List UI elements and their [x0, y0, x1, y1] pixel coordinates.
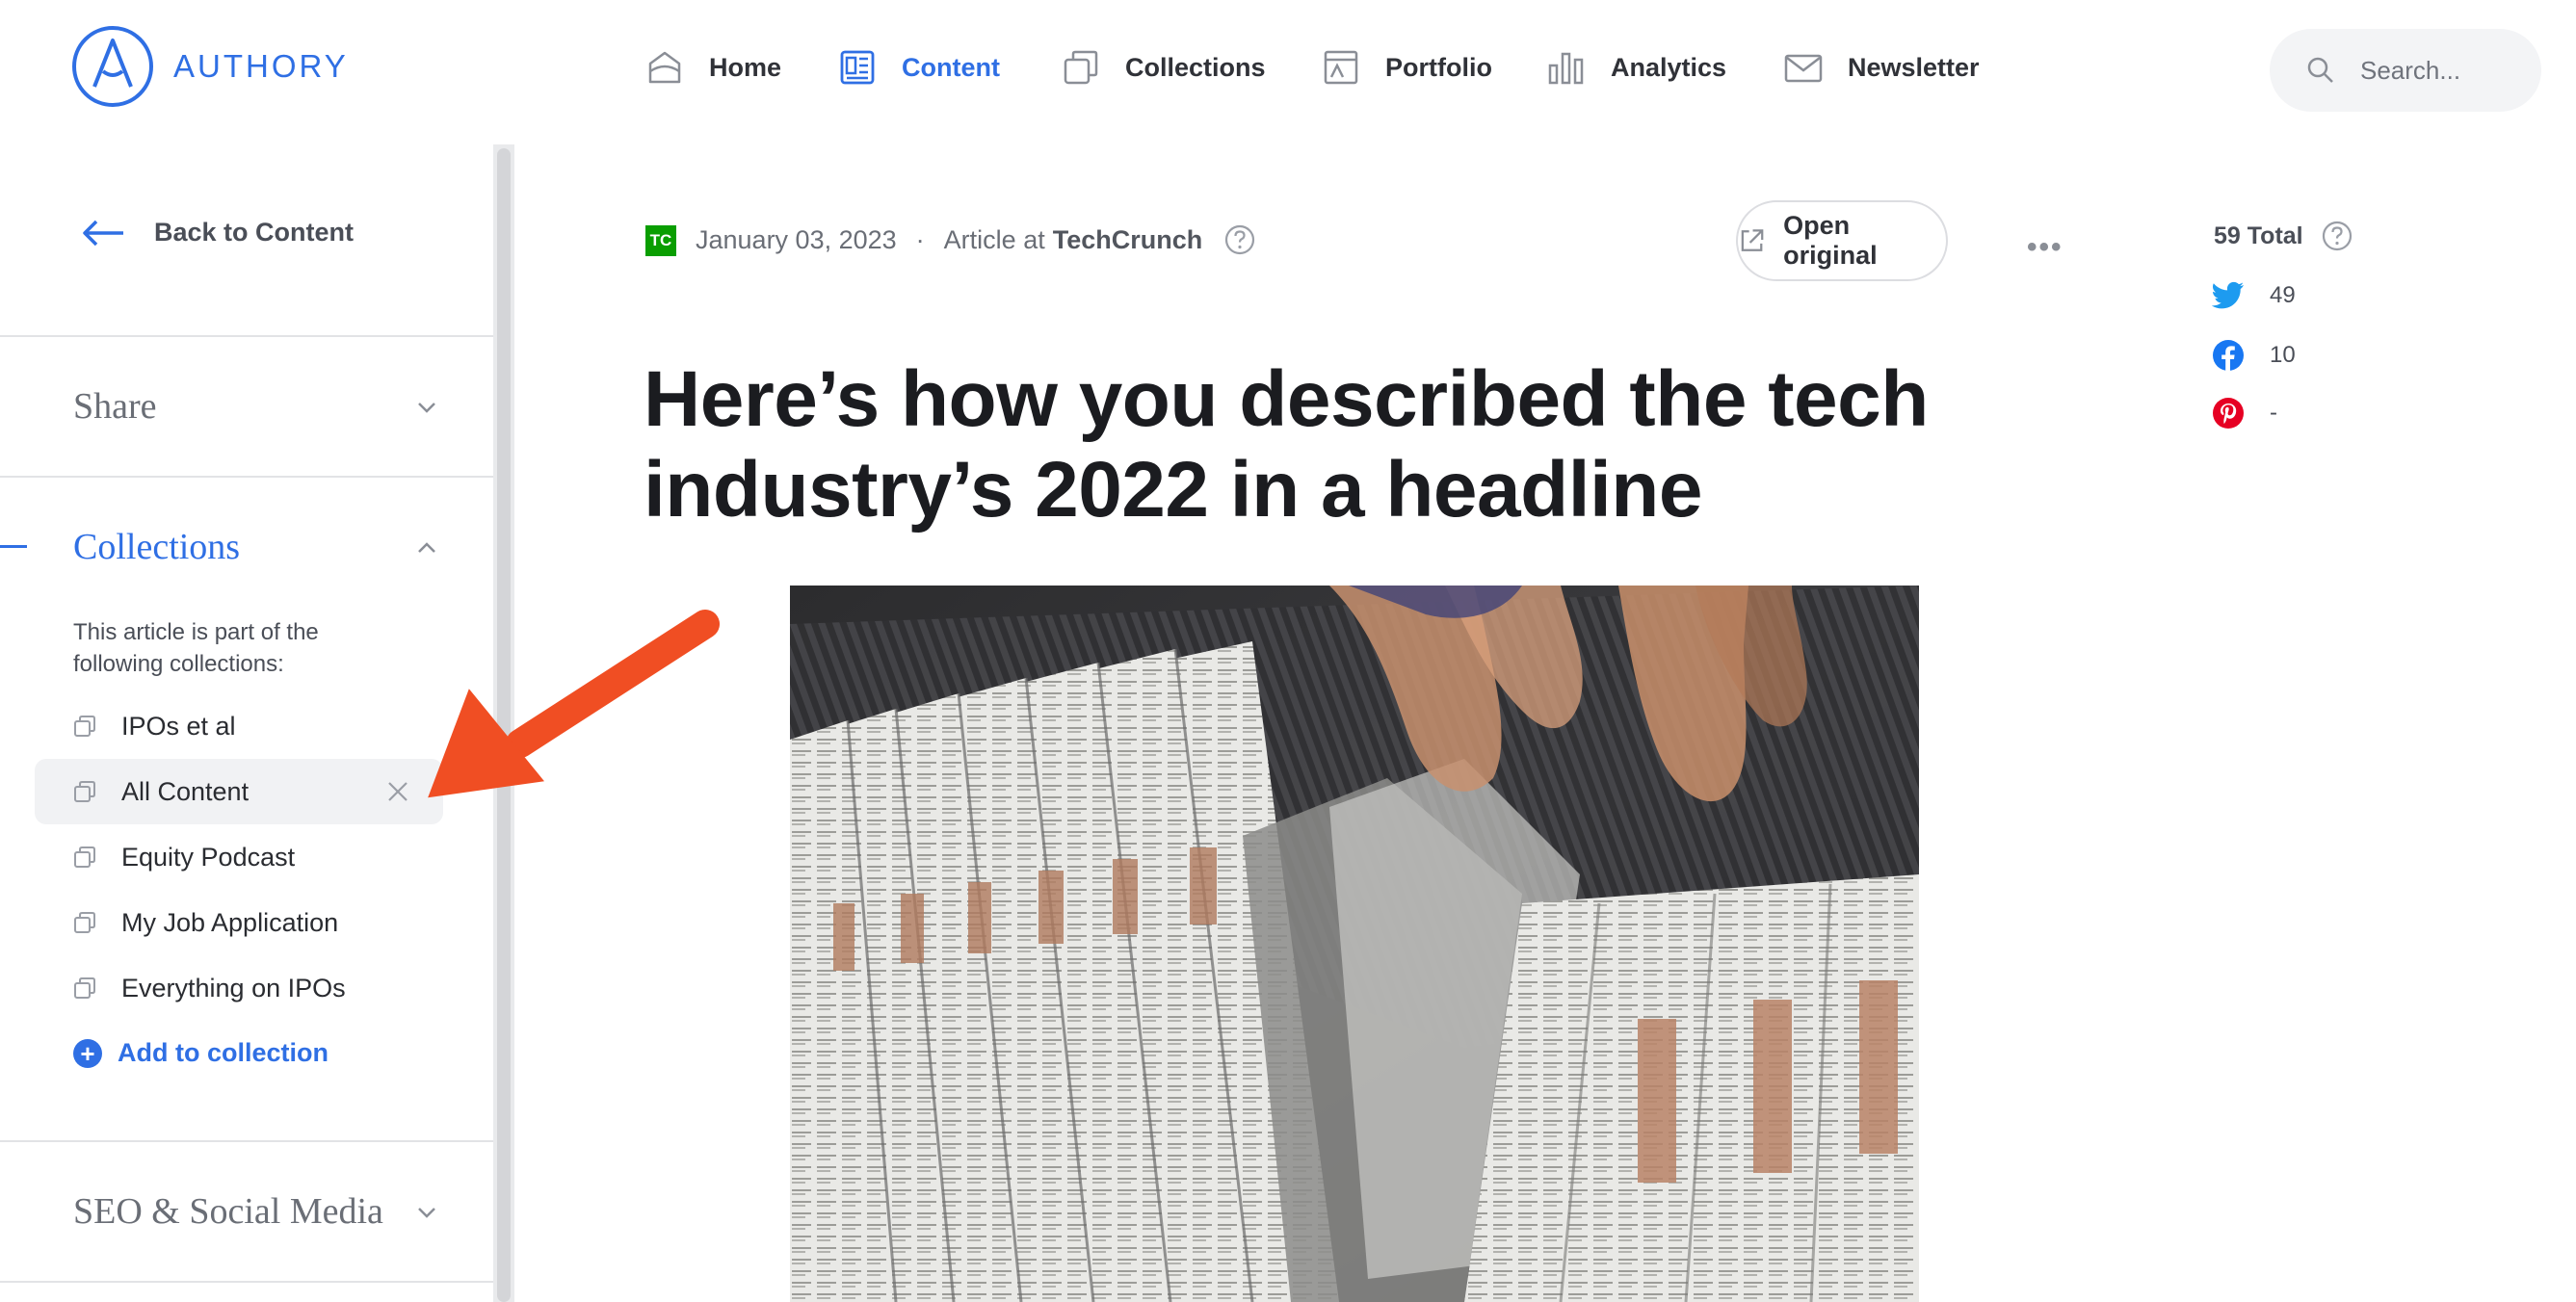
add-to-collection-button[interactable]: + Add to collection [73, 1038, 329, 1068]
nav-collections[interactable]: Collections [1062, 39, 1266, 96]
annotation-arrow [428, 610, 720, 798]
nav-portfolio[interactable]: Portfolio [1322, 39, 1492, 96]
analytics-icon [1548, 52, 1584, 85]
chevron-down-icon[interactable] [412, 1198, 441, 1227]
nav-newsletter[interactable]: Newsletter [1784, 39, 1980, 96]
newsletter-icon [1784, 54, 1823, 83]
open-original-button[interactable]: Open original [1736, 200, 1948, 281]
plus-circle-icon: + [73, 1038, 102, 1068]
chevron-up-icon[interactable] [412, 534, 441, 562]
chevron-down-icon[interactable] [412, 393, 441, 422]
remove-from-collection-icon[interactable] [385, 779, 410, 804]
more-options-button[interactable]: ••• [2027, 231, 2063, 264]
collections-section-title[interactable]: Collections [73, 526, 240, 568]
pinterest-icon [2213, 398, 2244, 429]
search-input[interactable] [2358, 54, 2526, 87]
twitter-stat: 49 [2212, 281, 2296, 310]
collection-icon [74, 781, 95, 802]
pinterest-count: - [2270, 400, 2277, 426]
active-section-indicator [0, 545, 27, 548]
collection-item-label: My Job Application [121, 907, 339, 937]
share-total-label: 59 Total [2214, 221, 2303, 249]
collection-item-equity-podcast[interactable]: Equity Podcast [35, 824, 443, 890]
external-link-icon [1741, 229, 1764, 251]
article-meta: January 03, 2023 · Article at TechCrunch [696, 223, 1256, 256]
twitter-count: 49 [2270, 282, 2296, 308]
collection-item-everything-on-ipos[interactable]: Everything on IPOs [35, 955, 443, 1021]
nav-newsletter-label: Newsletter [1848, 52, 1980, 82]
collection-icon [74, 977, 95, 999]
share-section-title[interactable]: Share [73, 385, 157, 428]
facebook-icon [2213, 340, 2244, 371]
techcrunch-logo-icon: TC [645, 225, 676, 256]
collection-item-label: Everything on IPOs [121, 973, 346, 1003]
facebook-stat: 10 [2212, 339, 2296, 372]
publisher-name[interactable]: TechCrunch [1053, 225, 1203, 255]
twitter-icon [2212, 281, 2244, 309]
home-icon [648, 51, 681, 84]
collections-icon [1064, 50, 1098, 85]
help-icon[interactable] [2321, 220, 2353, 252]
seo-social-section-title[interactable]: SEO & Social Media [73, 1190, 383, 1233]
sidebar-divider [0, 1140, 493, 1142]
nav-analytics-label: Analytics [1611, 52, 1727, 82]
pinterest-stat: - [2212, 397, 2277, 430]
meta-separator: · [915, 224, 925, 254]
back-to-content-link[interactable]: Back to Content [81, 218, 354, 247]
sidebar-divider [0, 476, 493, 478]
sidebar-divider [0, 335, 493, 337]
collection-icon [74, 912, 95, 933]
collection-item-ipos-et-al[interactable]: IPOs et al [35, 693, 443, 759]
add-to-collection-label: Add to collection [118, 1038, 329, 1067]
search-icon [2307, 57, 2333, 83]
content-icon [840, 50, 875, 85]
authory-logo-icon[interactable] [71, 25, 154, 108]
back-to-content-label: Back to Content [154, 218, 355, 247]
collection-item-my-job-application[interactable]: My Job Application [35, 890, 443, 955]
nav-home[interactable]: Home [645, 39, 781, 96]
article-type: Article at [943, 224, 1045, 254]
nav-content-label: Content [902, 52, 1000, 82]
nav-content[interactable]: Content [838, 39, 1000, 96]
nav-home-label: Home [709, 52, 782, 82]
sidebar-divider [0, 1281, 493, 1283]
help-icon[interactable] [1223, 223, 1256, 256]
article-date: January 03, 2023 [696, 224, 897, 254]
collection-item-label: Equity Podcast [121, 842, 296, 872]
collection-icon [74, 716, 95, 737]
collection-item-label: All Content [121, 776, 250, 806]
share-stats-total: 59 Total [2214, 220, 2353, 252]
collection-icon [74, 846, 95, 868]
collection-item-all-content[interactable]: All Content [35, 759, 443, 824]
nav-analytics[interactable]: Analytics [1547, 39, 1726, 96]
collection-item-label: IPOs et al [121, 711, 236, 741]
article-headline: Here’s how you described the tech indust… [644, 355, 1929, 534]
arrow-left-icon [83, 220, 123, 246]
collections-description: This article is part of the following co… [73, 619, 319, 677]
nav-portfolio-label: Portfolio [1385, 52, 1492, 82]
brand-name[interactable]: AUTHORY [173, 48, 349, 85]
article-hero-image [790, 586, 1919, 1302]
portfolio-icon [1324, 50, 1358, 85]
facebook-count: 10 [2270, 342, 2296, 368]
open-original-label: Open original [1783, 211, 1878, 270]
search-box[interactable] [2270, 29, 2541, 112]
nav-collections-label: Collections [1125, 52, 1266, 82]
